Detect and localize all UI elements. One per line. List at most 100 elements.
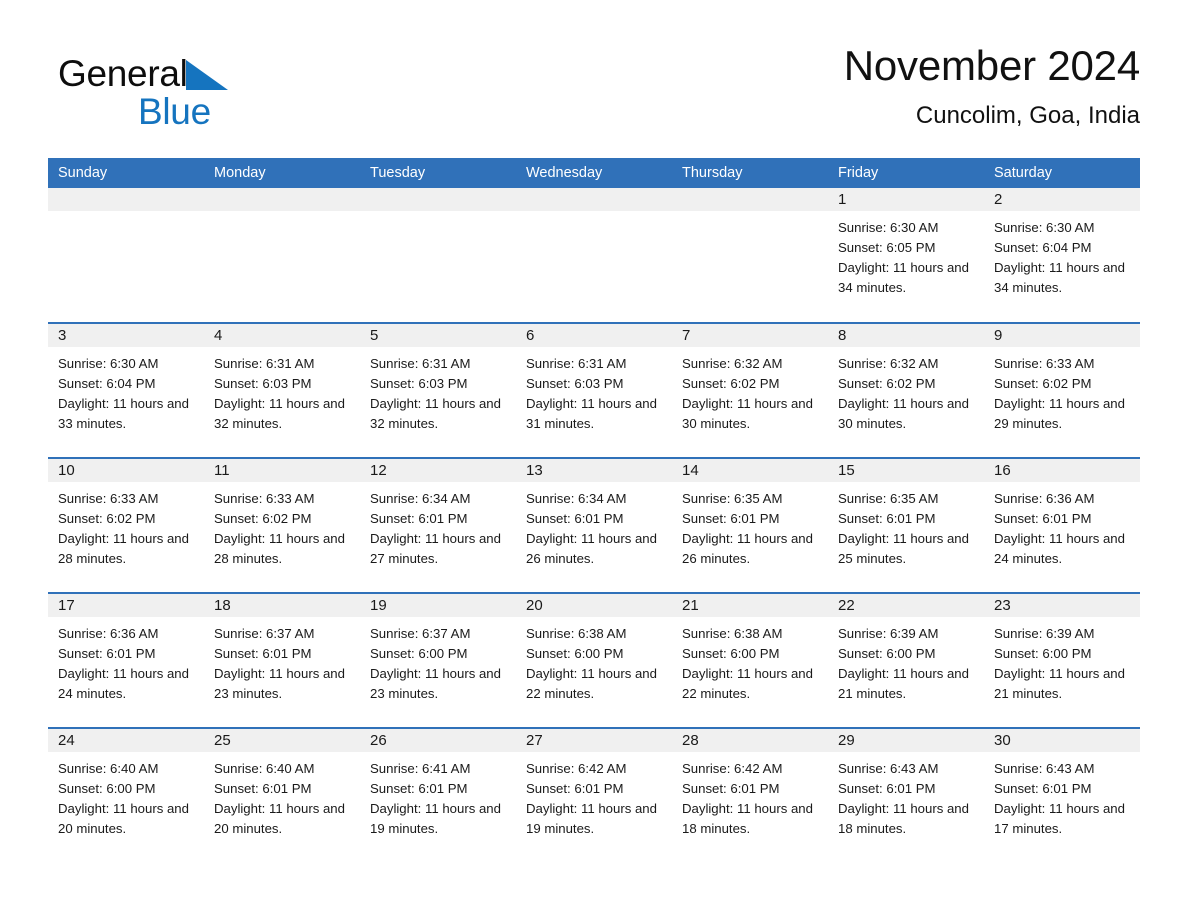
- calendar-week-row: 17 Sunrise: 6:36 AM Sunset: 6:01 PM Dayligh…: [48, 592, 1140, 727]
- daylight-line: Daylight: 11 hours and 28 minutes.: [58, 531, 189, 567]
- day-cell-26[interactable]: 26 Sunrise: 6:41 AM Sunset: 6:01 PM Dayligh…: [360, 729, 516, 862]
- day-number: 17: [48, 594, 204, 617]
- weekday-header-friday: Friday: [838, 165, 879, 181]
- day-number: 16: [984, 459, 1140, 482]
- sunrise-line: Sunrise: 6:31 AM: [370, 356, 471, 371]
- day-cell-7[interactable]: 7 Sunrise: 6:32 AM Sunset: 6:02 PM Daylight…: [672, 324, 828, 457]
- sunset-line: Sunset: 6:00 PM: [682, 646, 780, 662]
- day-cell-empty: [204, 188, 360, 322]
- sunset-line: Sunset: 6:01 PM: [214, 646, 312, 662]
- day-cell-2[interactable]: 2 Sunrise: 6:30 AM Sunset: 6:04 PM Daylight…: [984, 188, 1140, 322]
- day-cell-11[interactable]: 11 Sunrise: 6:33 AM Sunset: 6:02 PM Dayligh…: [204, 459, 360, 592]
- sunset-line: Sunset: 6:01 PM: [682, 511, 780, 527]
- day-cell-4[interactable]: 4 Sunrise: 6:31 AM Sunset: 6:03 PM Daylight…: [204, 324, 360, 457]
- sunset-line: Sunset: 6:01 PM: [58, 646, 156, 662]
- sunrise-line: Sunrise: 6:42 AM: [682, 761, 783, 776]
- day-cell-25[interactable]: 25 Sunrise: 6:40 AM Sunset: 6:01 PM Dayligh…: [204, 729, 360, 862]
- sunrise-line: Sunrise: 6:41 AM: [370, 761, 471, 776]
- day-number: 5: [360, 324, 516, 347]
- day-cell-1[interactable]: 1 Sunrise: 6:30 AM Sunset: 6:05 PM Daylight…: [828, 188, 984, 322]
- day-details: Sunrise: 6:32 AM Sunset: 6:02 PM Daylight:…: [828, 347, 984, 434]
- day-cell-20[interactable]: 20 Sunrise: 6:38 AM Sunset: 6:00 PM Dayligh…: [516, 594, 672, 727]
- sunset-line: Sunset: 6:02 PM: [994, 376, 1092, 392]
- day-cell-21[interactable]: 21 Sunrise: 6:38 AM Sunset: 6:00 PM Dayligh…: [672, 594, 828, 727]
- sunset-line: Sunset: 6:03 PM: [370, 376, 468, 392]
- daylight-line: Daylight: 11 hours and 26 minutes.: [526, 531, 657, 567]
- day-cell-6[interactable]: 6 Sunrise: 6:31 AM Sunset: 6:03 PM Daylight…: [516, 324, 672, 457]
- day-cell-empty: [360, 188, 516, 322]
- day-cell-28[interactable]: 28 Sunrise: 6:42 AM Sunset: 6:01 PM Dayligh…: [672, 729, 828, 862]
- day-details: Sunrise: 6:35 AM Sunset: 6:01 PM Daylight:…: [672, 482, 828, 569]
- day-details: Sunrise: 6:40 AM Sunset: 6:01 PM Daylight:…: [204, 752, 360, 839]
- daylight-line: Daylight: 11 hours and 24 minutes.: [994, 531, 1125, 567]
- sunrise-line: Sunrise: 6:30 AM: [58, 356, 159, 371]
- daylight-line: Daylight: 11 hours and 34 minutes.: [994, 260, 1125, 296]
- day-details: Sunrise: 6:30 AM Sunset: 6:05 PM Daylight:…: [828, 211, 984, 298]
- sunrise-line: Sunrise: 6:34 AM: [526, 491, 627, 506]
- generalblue-logo[interactable]: General Blue: [58, 52, 388, 136]
- sunrise-line: Sunrise: 6:31 AM: [214, 356, 315, 371]
- sunrise-line: Sunrise: 6:42 AM: [526, 761, 627, 776]
- day-cell-30[interactable]: 30 Sunrise: 6:43 AM Sunset: 6:01 PM Dayligh…: [984, 729, 1140, 862]
- day-cell-8[interactable]: 8 Sunrise: 6:32 AM Sunset: 6:02 PM Daylight…: [828, 324, 984, 457]
- day-number: [360, 188, 516, 211]
- daylight-line: Daylight: 11 hours and 25 minutes.: [838, 531, 969, 567]
- day-cell-24[interactable]: 24 Sunrise: 6:40 AM Sunset: 6:00 PM Dayligh…: [48, 729, 204, 862]
- sunrise-line: Sunrise: 6:39 AM: [994, 626, 1095, 641]
- sunrise-line: Sunrise: 6:34 AM: [370, 491, 471, 506]
- day-cell-16[interactable]: 16 Sunrise: 6:36 AM Sunset: 6:01 PM Dayligh…: [984, 459, 1140, 592]
- day-number: 23: [984, 594, 1140, 617]
- sunset-line: Sunset: 6:00 PM: [58, 781, 156, 797]
- sunset-line: Sunset: 6:05 PM: [838, 240, 936, 256]
- sunrise-line: Sunrise: 6:30 AM: [994, 220, 1095, 235]
- weekday-header-row: Sunday Monday Tuesday Wednesday Thursday Frid…: [48, 158, 1140, 188]
- day-details: Sunrise: 6:31 AM Sunset: 6:03 PM Daylight:…: [360, 347, 516, 434]
- sunrise-line: Sunrise: 6:43 AM: [838, 761, 939, 776]
- daylight-line: Daylight: 11 hours and 20 minutes.: [58, 801, 189, 837]
- day-number: 10: [48, 459, 204, 482]
- calendar-week-row: 1 Sunrise: 6:30 AM Sunset: 6:05 PM Daylight…: [48, 188, 1140, 322]
- day-cell-12[interactable]: 12 Sunrise: 6:34 AM Sunset: 6:01 PM Dayligh…: [360, 459, 516, 592]
- day-details: Sunrise: 6:41 AM Sunset: 6:01 PM Daylight:…: [360, 752, 516, 839]
- day-cell-10[interactable]: 10 Sunrise: 6:33 AM Sunset: 6:02 PM Dayligh…: [48, 459, 204, 592]
- day-cell-empty: [48, 188, 204, 322]
- day-cell-27[interactable]: 27 Sunrise: 6:42 AM Sunset: 6:01 PM Dayligh…: [516, 729, 672, 862]
- day-cell-5[interactable]: 5 Sunrise: 6:31 AM Sunset: 6:03 PM Daylight…: [360, 324, 516, 457]
- sunrise-line: Sunrise: 6:35 AM: [838, 491, 939, 506]
- day-details: Sunrise: 6:38 AM Sunset: 6:00 PM Daylight:…: [516, 617, 672, 704]
- day-cell-9[interactable]: 9 Sunrise: 6:33 AM Sunset: 6:02 PM Daylight…: [984, 324, 1140, 457]
- day-number: 14: [672, 459, 828, 482]
- day-cell-23[interactable]: 23 Sunrise: 6:39 AM Sunset: 6:00 PM Dayligh…: [984, 594, 1140, 727]
- day-number: [48, 188, 204, 211]
- day-details: Sunrise: 6:34 AM Sunset: 6:01 PM Daylight:…: [360, 482, 516, 569]
- day-cell-18[interactable]: 18 Sunrise: 6:37 AM Sunset: 6:01 PM Dayligh…: [204, 594, 360, 727]
- sunset-line: Sunset: 6:01 PM: [526, 511, 624, 527]
- day-cell-13[interactable]: 13 Sunrise: 6:34 AM Sunset: 6:01 PM Dayligh…: [516, 459, 672, 592]
- weekday-header-saturday: Saturday: [994, 165, 1053, 181]
- sunrise-line: Sunrise: 6:33 AM: [994, 356, 1095, 371]
- day-cell-22[interactable]: 22 Sunrise: 6:39 AM Sunset: 6:00 PM Dayligh…: [828, 594, 984, 727]
- day-cell-3[interactable]: 3 Sunrise: 6:30 AM Sunset: 6:04 PM Daylight…: [48, 324, 204, 457]
- daylight-line: Daylight: 11 hours and 30 minutes.: [838, 396, 969, 432]
- day-details: Sunrise: 6:31 AM Sunset: 6:03 PM Daylight:…: [516, 347, 672, 434]
- sunset-line: Sunset: 6:01 PM: [838, 781, 936, 797]
- day-details: Sunrise: 6:39 AM Sunset: 6:00 PM Daylight:…: [828, 617, 984, 704]
- calendar-week-row: 3 Sunrise: 6:30 AM Sunset: 6:04 PM Daylight…: [48, 322, 1140, 457]
- day-details: Sunrise: 6:42 AM Sunset: 6:01 PM Daylight:…: [516, 752, 672, 839]
- day-number: 3: [48, 324, 204, 347]
- daylight-line: Daylight: 11 hours and 22 minutes.: [526, 666, 657, 702]
- day-cell-19[interactable]: 19 Sunrise: 6:37 AM Sunset: 6:00 PM Dayligh…: [360, 594, 516, 727]
- day-details: Sunrise: 6:38 AM Sunset: 6:00 PM Daylight:…: [672, 617, 828, 704]
- day-details: Sunrise: 6:40 AM Sunset: 6:00 PM Daylight:…: [48, 752, 204, 839]
- daylight-line: Daylight: 11 hours and 20 minutes.: [214, 801, 345, 837]
- day-cell-17[interactable]: 17 Sunrise: 6:36 AM Sunset: 6:01 PM Dayligh…: [48, 594, 204, 727]
- day-cell-empty: [516, 188, 672, 322]
- sunset-line: Sunset: 6:01 PM: [370, 781, 468, 797]
- day-number: 2: [984, 188, 1140, 211]
- day-cell-14[interactable]: 14 Sunrise: 6:35 AM Sunset: 6:01 PM Dayligh…: [672, 459, 828, 592]
- day-details: Sunrise: 6:43 AM Sunset: 6:01 PM Daylight:…: [828, 752, 984, 839]
- sunrise-line: Sunrise: 6:37 AM: [370, 626, 471, 641]
- logo-triangle-icon: [185, 60, 228, 90]
- day-cell-15[interactable]: 15 Sunrise: 6:35 AM Sunset: 6:01 PM Dayligh…: [828, 459, 984, 592]
- day-cell-29[interactable]: 29 Sunrise: 6:43 AM Sunset: 6:01 PM Dayligh…: [828, 729, 984, 862]
